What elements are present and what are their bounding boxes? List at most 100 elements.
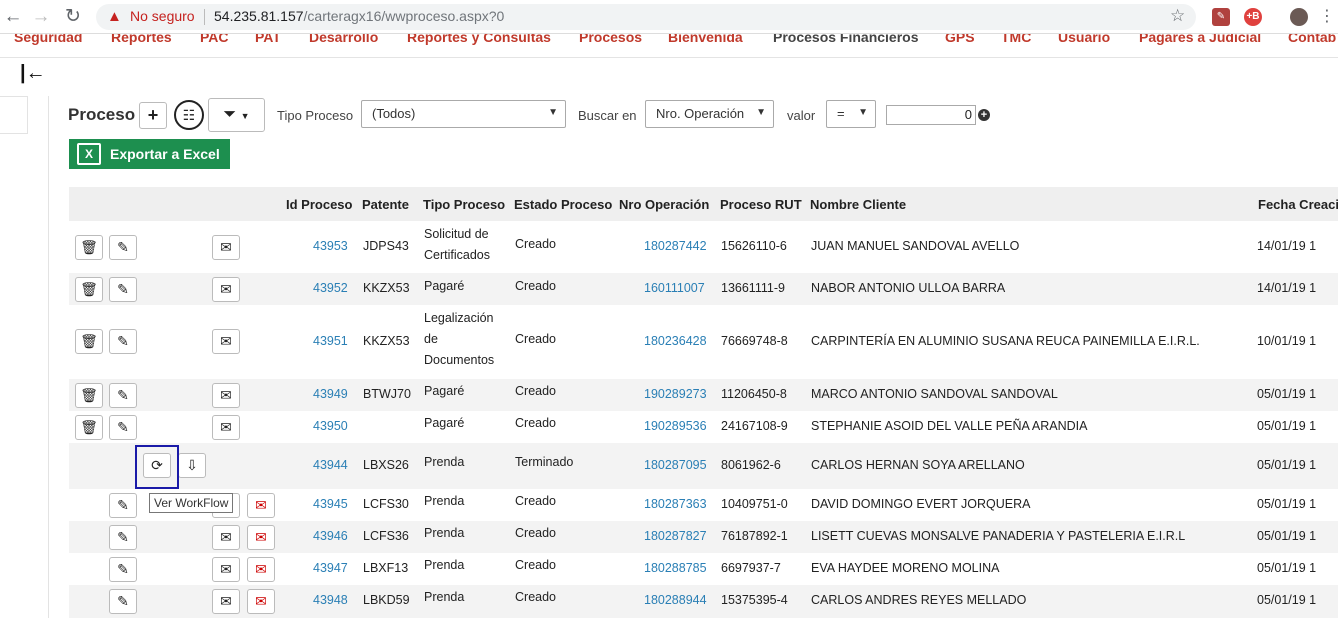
cancel-mail-icon[interactable]: ✉ <box>247 525 275 550</box>
id-proceso-link[interactable]: 43945 <box>313 494 348 515</box>
id-proceso-link[interactable]: 43952 <box>313 278 348 299</box>
translate-extension-icon[interactable]: +B <box>1244 8 1262 26</box>
nro-operacion-link[interactable]: 180288785 <box>644 558 707 579</box>
id-proceso-link[interactable]: 43944 <box>313 455 348 476</box>
cliente-cell: LISETT CUEVAS MONSALVE PANADERIA Y PASTE… <box>811 529 1186 543</box>
id-proceso-link[interactable]: 43949 <box>313 384 348 405</box>
delete-icon[interactable]: 🗑 <box>75 277 103 302</box>
back-arrow-icon[interactable]: ← <box>2 6 24 28</box>
add-button[interactable]: + <box>139 102 167 129</box>
edit-pencil-icon[interactable]: ✎ <box>109 235 137 260</box>
nro-operacion-link[interactable]: 180287827 <box>644 526 707 547</box>
chevron-down-icon: ▼ <box>548 107 558 118</box>
col-proceso-rut[interactable]: Proceso RUT <box>720 197 802 212</box>
delete-icon[interactable]: 🗑 <box>75 415 103 440</box>
operator-value: = <box>837 106 845 121</box>
fecha-cell: 05/01/19 1 <box>1257 419 1317 433</box>
table-row: 🗑 ✎ ✉ 43953 JDPS43 Solicitud de Certific… <box>69 221 1338 273</box>
send-mail-icon[interactable]: ✉ <box>212 589 240 614</box>
add-filter-icon[interactable]: + <box>978 109 990 121</box>
valor-input[interactable]: 0 <box>886 105 976 125</box>
col-patente[interactable]: Patente <box>362 197 409 212</box>
edit-pencil-icon[interactable]: ✎ <box>109 557 137 582</box>
edit-pencil-icon[interactable]: ✎ <box>109 525 137 550</box>
edit-pencil-icon[interactable]: ✎ <box>109 329 137 354</box>
col-fecha-creacion[interactable]: Fecha Creaci <box>1258 197 1338 212</box>
nro-operacion-link[interactable]: 180287095 <box>644 455 707 476</box>
menu-item[interactable]: Reportes <box>111 34 172 45</box>
tipo-proceso-select[interactable]: (Todos) ▼ <box>361 100 566 128</box>
download-document-icon[interactable]: ⇩ <box>178 453 206 478</box>
address-bar[interactable]: ▲ No seguro 54.235.81.157/carteragx16/ww… <box>96 4 1196 30</box>
table-row: ✎ ✉ ✉ 43947 LBXF13 Prenda Creado 1802887… <box>69 553 1338 585</box>
collapse-sidebar-icon[interactable]: |← <box>20 62 46 85</box>
edit-pencil-icon[interactable]: ✎ <box>109 493 137 518</box>
browser-menu-icon[interactable]: ⋮ <box>1316 6 1338 28</box>
buscar-en-select[interactable]: Nro. Operación ▼ <box>645 100 774 128</box>
filter-dropdown-button[interactable]: ⏷ ▼ <box>208 98 265 132</box>
menu-item[interactable]: Usuario <box>1058 34 1110 45</box>
reload-icon[interactable]: ↻ <box>62 6 84 28</box>
cancel-mail-icon[interactable]: ✉ <box>247 557 275 582</box>
delete-icon[interactable]: 🗑 <box>75 329 103 354</box>
nro-operacion-link[interactable]: 180288944 <box>644 590 707 611</box>
menu-item[interactable]: Reportes y Consultas <box>407 34 551 45</box>
delete-icon[interactable]: 🗑 <box>75 383 103 408</box>
bookmark-star-icon[interactable]: ☆ <box>1170 6 1185 26</box>
menu-item[interactable]: Contab <box>1288 34 1336 45</box>
pdf-extension-icon[interactable]: ✎ <box>1212 8 1230 26</box>
forward-arrow-icon[interactable]: → <box>30 6 52 28</box>
delete-icon[interactable]: 🗑 <box>75 235 103 260</box>
send-mail-icon[interactable]: ✉ <box>212 525 240 550</box>
send-mail-icon[interactable]: ✉ <box>212 329 240 354</box>
browser-chrome: ← → ↻ ▲ No seguro 54.235.81.157/carterag… <box>0 0 1338 34</box>
edit-pencil-icon[interactable]: ✎ <box>109 589 137 614</box>
nro-operacion-link[interactable]: 160111007 <box>644 278 705 299</box>
cancel-mail-icon[interactable]: ✉ <box>247 493 275 518</box>
send-mail-icon[interactable]: ✉ <box>212 235 240 260</box>
col-id-proceso[interactable]: Id Proceso <box>286 197 352 212</box>
edit-pencil-icon[interactable]: ✎ <box>109 415 137 440</box>
menu-item[interactable]: GPS <box>945 34 975 45</box>
col-estado-proceso[interactable]: Estado Proceso <box>514 197 612 212</box>
columns-settings-icon[interactable]: ☷ <box>174 100 204 130</box>
nro-operacion-link[interactable]: 190289536 <box>644 416 707 437</box>
menu-item[interactable]: Procesos <box>579 34 642 45</box>
menu-item[interactable]: Bienvenida <box>668 34 743 45</box>
menu-item[interactable]: PAC <box>200 34 229 45</box>
id-proceso-link[interactable]: 43950 <box>313 416 348 437</box>
nro-operacion-link[interactable]: 190289273 <box>644 384 707 405</box>
menu-item[interactable]: Pagares a Judicial <box>1139 34 1261 45</box>
id-proceso-link[interactable]: 43953 <box>313 236 348 257</box>
url-text[interactable]: 54.235.81.157/carteragx16/wwproceso.aspx… <box>214 8 504 24</box>
nro-operacion-link[interactable]: 180236428 <box>644 331 707 352</box>
menu-item[interactable]: Desarrollo <box>309 34 378 45</box>
menu-item[interactable]: Procesos Financieros <box>773 34 919 45</box>
cliente-cell: EVA HAYDEE MORENO MOLINA <box>811 561 1000 575</box>
id-proceso-link[interactable]: 43947 <box>313 558 348 579</box>
menu-item[interactable]: Seguridad <box>14 34 82 45</box>
col-nombre-cliente[interactable]: Nombre Cliente <box>810 197 906 212</box>
id-proceso-link[interactable]: 43951 <box>313 331 348 352</box>
rut-cell: 15375395-4 <box>721 593 788 607</box>
operator-select[interactable]: = ▼ <box>826 100 876 128</box>
nro-operacion-link[interactable]: 180287442 <box>644 236 707 257</box>
profile-avatar[interactable] <box>1290 8 1308 26</box>
menu-item[interactable]: TMC <box>1001 34 1031 45</box>
edit-pencil-icon[interactable]: ✎ <box>109 383 137 408</box>
send-mail-icon[interactable]: ✉ <box>212 415 240 440</box>
cancel-mail-icon[interactable]: ✉ <box>247 589 275 614</box>
buscar-en-value: Nro. Operación <box>656 106 745 121</box>
nro-operacion-link[interactable]: 180287363 <box>644 494 707 515</box>
col-tipo-proceso[interactable]: Tipo Proceso <box>423 197 505 212</box>
edit-pencil-icon[interactable]: ✎ <box>109 277 137 302</box>
col-nro-operacion[interactable]: Nro Operación <box>619 197 709 212</box>
id-proceso-link[interactable]: 43946 <box>313 526 348 547</box>
export-excel-button[interactable]: X Exportar a Excel <box>69 139 230 169</box>
send-mail-icon[interactable]: ✉ <box>212 383 240 408</box>
id-proceso-link[interactable]: 43948 <box>313 590 348 611</box>
send-mail-icon[interactable]: ✉ <box>212 557 240 582</box>
menu-item[interactable]: PAT <box>255 34 281 45</box>
cliente-cell: NABOR ANTONIO ULLOA BARRA <box>811 281 1006 295</box>
send-mail-icon[interactable]: ✉ <box>212 277 240 302</box>
